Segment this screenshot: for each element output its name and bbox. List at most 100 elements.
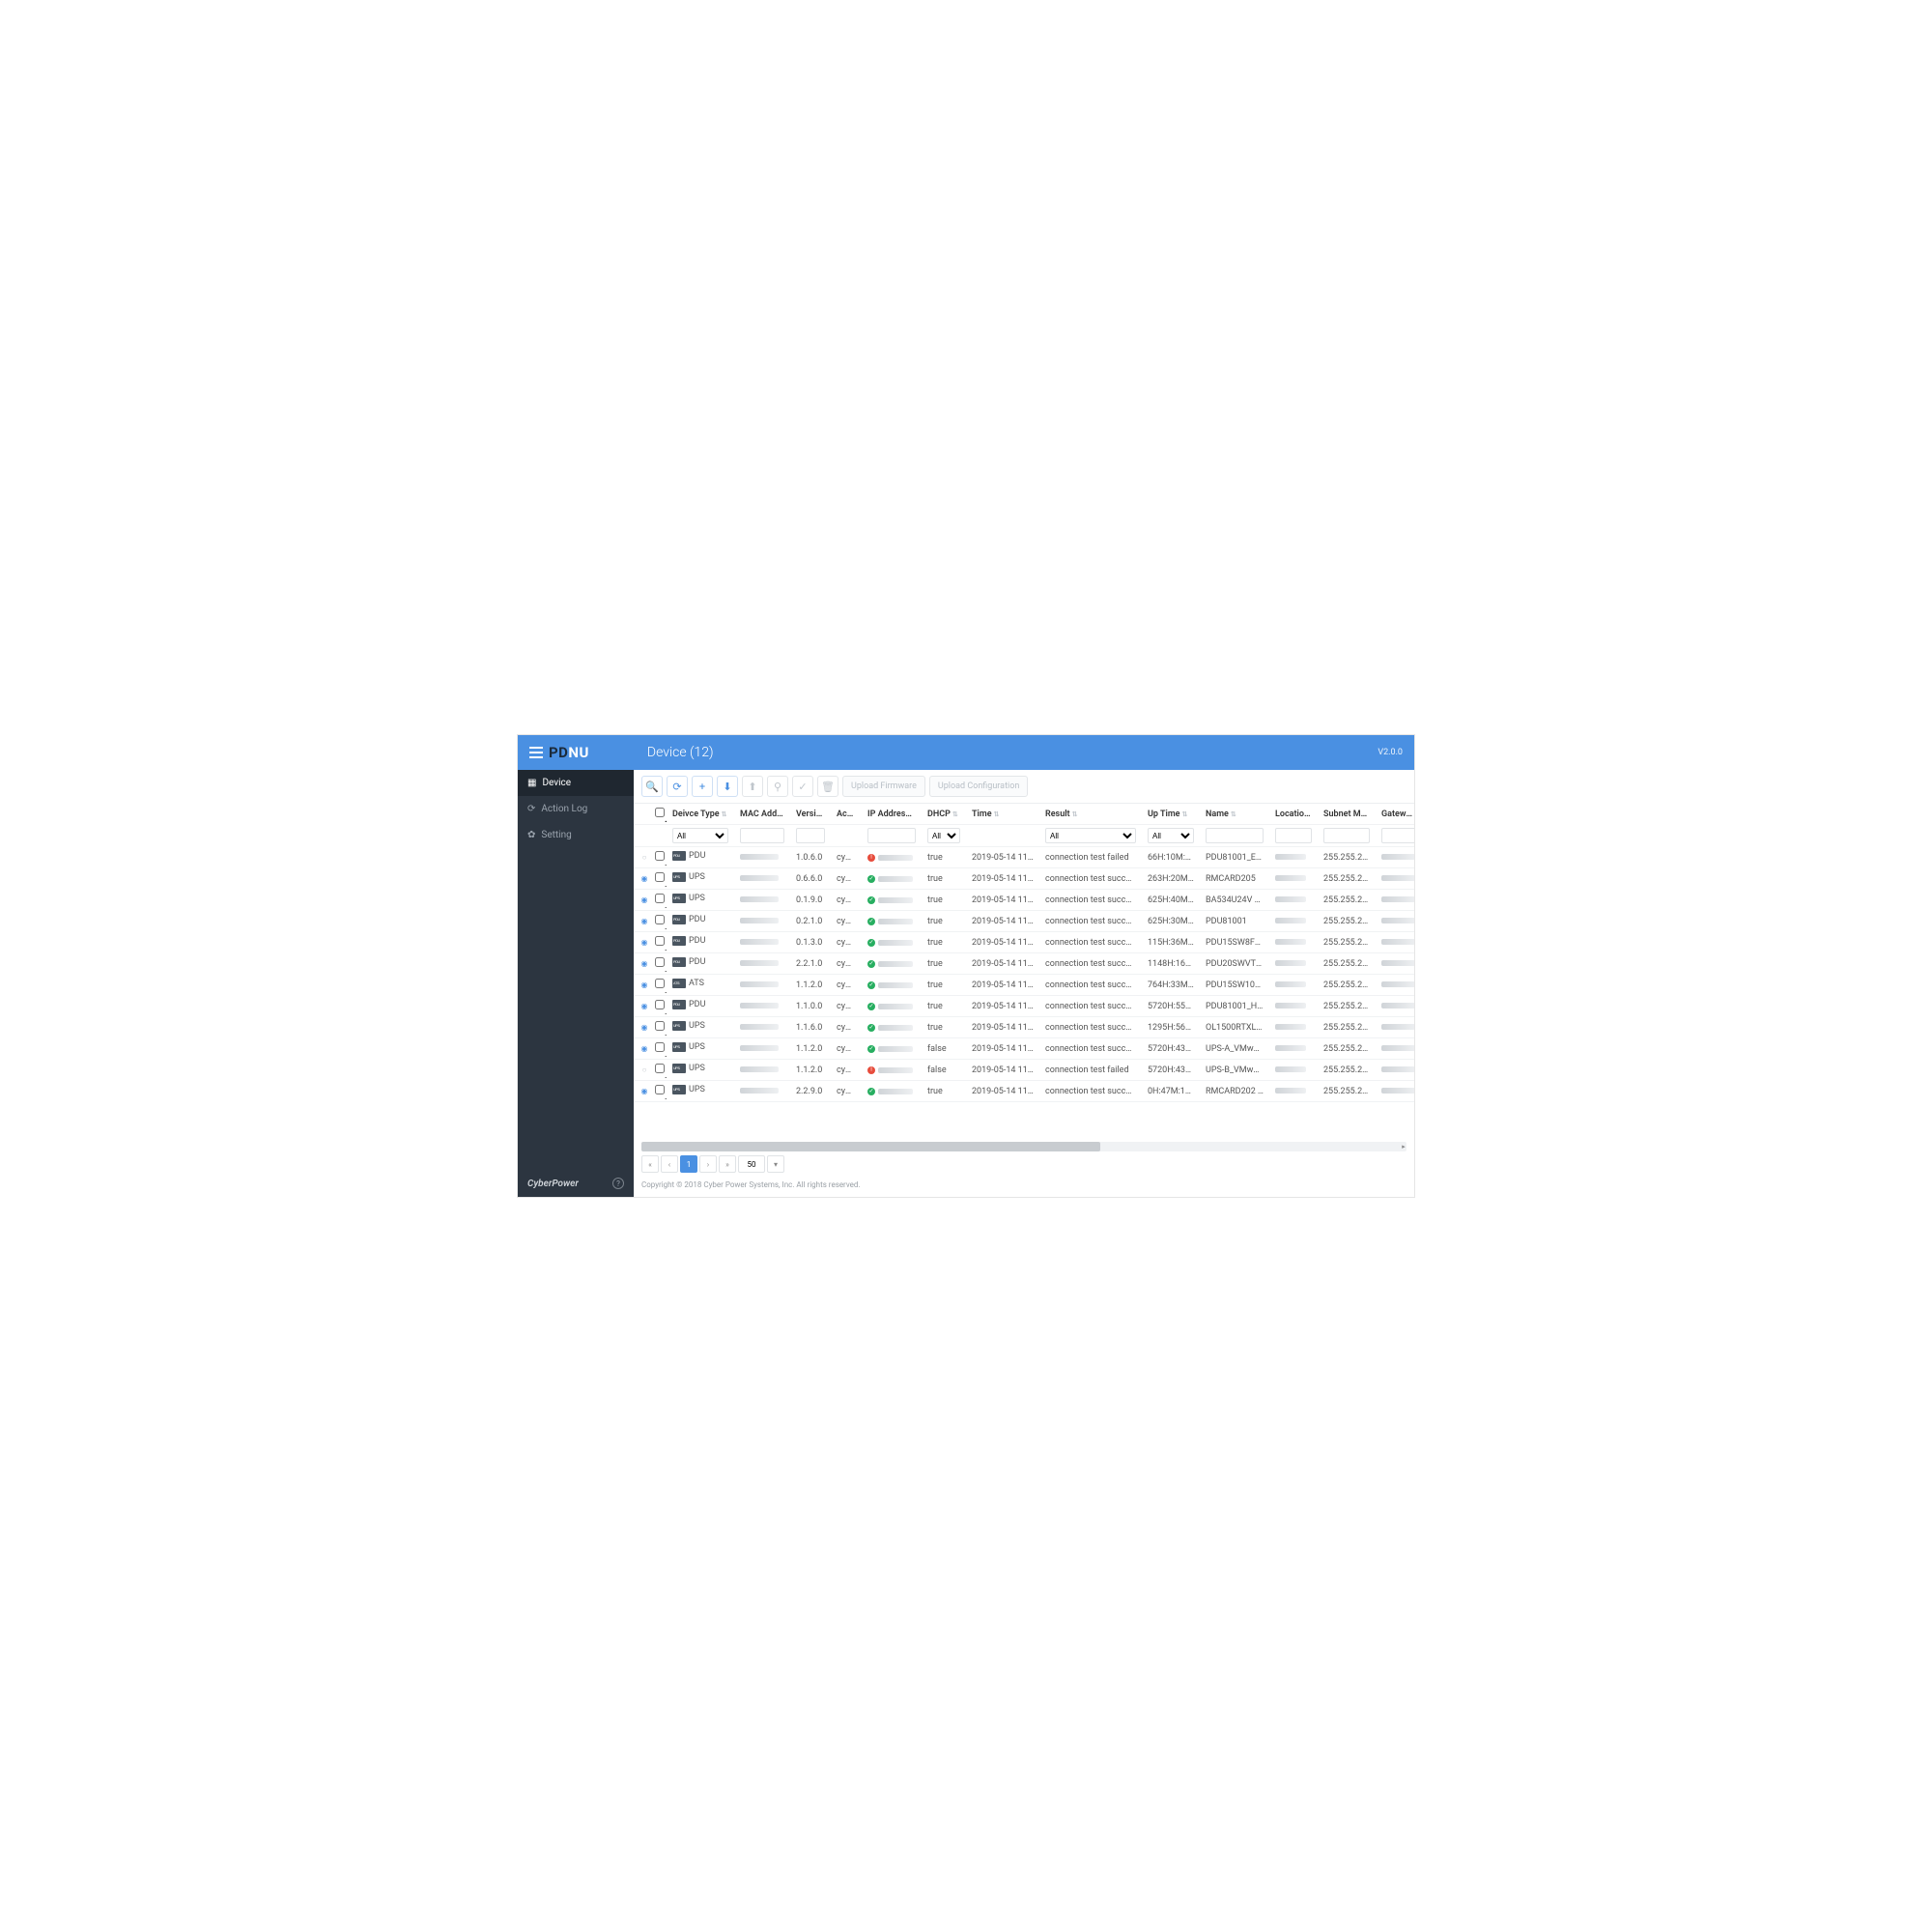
sidebar-item-device[interactable]: ▦ Device [518, 770, 634, 796]
location-cell [1275, 896, 1306, 902]
filter-gateway[interactable] [1381, 828, 1414, 843]
table-row[interactable]: ◉ UPS 0.1.9.0 cyber ✓ true 2019-05-14 11… [634, 890, 1414, 911]
menu-toggle-icon[interactable] [529, 747, 543, 758]
search-button[interactable]: 🔍 [641, 776, 663, 797]
table-row[interactable]: ◉ PDU 0.2.1.0 cyber ✓ true 2019-05-14 11… [634, 911, 1414, 932]
row-checkbox[interactable] [655, 894, 665, 903]
sidebar-item-action-log[interactable]: ⟳ Action Log [518, 796, 634, 822]
pager-page-1[interactable]: 1 [680, 1155, 697, 1173]
row-checkbox[interactable] [655, 936, 665, 946]
table-row[interactable]: ○ UPS 1.1.2.0 cyber ! false 2019-05-14 1… [634, 1060, 1414, 1081]
filter-ip[interactable] [867, 828, 916, 843]
table-row[interactable]: ◉ UPS 1.1.6.0 cyber ✓ true 2019-05-14 11… [634, 1017, 1414, 1038]
page-size-dropdown[interactable]: ▾ [767, 1155, 784, 1173]
horizontal-scrollbar[interactable]: ▸ [641, 1142, 1406, 1151]
location-cell [1275, 854, 1306, 860]
delete-button[interactable]: 🗑 [817, 776, 838, 797]
pager-first[interactable]: « [641, 1155, 659, 1173]
pager-last[interactable]: » [719, 1155, 736, 1173]
row-checkbox[interactable] [655, 915, 665, 924]
upload-firmware-button[interactable]: Upload Firmware [842, 776, 925, 797]
col-gateway[interactable]: Gateway⇅ [1376, 804, 1414, 825]
col-uptime[interactable]: Up Time⇅ [1142, 804, 1200, 825]
table-row[interactable]: ◉ UPS 0.6.6.0 cyber ✓ true 2019-05-14 11… [634, 868, 1414, 890]
col-ip[interactable]: IP Address⇅ [862, 804, 922, 825]
col-account[interactable]: Account [831, 804, 862, 825]
row-checkbox[interactable] [655, 1021, 665, 1031]
export-button[interactable]: ⬆ [742, 776, 763, 797]
filter-mac[interactable] [740, 828, 784, 843]
name-cell: PDU20SWVT24F... [1200, 953, 1269, 975]
help-icon[interactable]: ? [612, 1178, 624, 1189]
col-mac[interactable]: MAC Address⇅ [734, 804, 790, 825]
col-dhcp[interactable]: DHCP⇅ [922, 804, 966, 825]
version-cell: 1.1.0.0 [790, 996, 831, 1017]
ip-cell: ✓ [867, 896, 916, 904]
col-name[interactable]: Name⇅ [1200, 804, 1269, 825]
upload-config-button[interactable]: Upload Configuration [929, 776, 1028, 797]
subnet-cell: 255.255.255.0 [1318, 1017, 1376, 1038]
add-button[interactable]: + [692, 776, 713, 797]
col-version[interactable]: Version⇅ [790, 804, 831, 825]
mac-cell [740, 896, 779, 902]
brand-logo: CyberPower [527, 1179, 579, 1189]
col-result[interactable]: Result⇅ [1039, 804, 1142, 825]
filter-location[interactable] [1275, 828, 1312, 843]
gateway-cell [1381, 981, 1414, 987]
row-checkbox[interactable] [655, 979, 665, 988]
row-checkbox[interactable] [655, 957, 665, 967]
location-cell [1275, 939, 1306, 945]
row-checkbox[interactable] [655, 1085, 665, 1094]
filter-dhcp[interactable]: All [927, 828, 960, 843]
sidebar-item-setting[interactable]: ✿ Setting [518, 822, 634, 848]
check-circle-icon: ✓ [867, 981, 875, 989]
gateway-cell [1381, 875, 1414, 881]
col-subnet[interactable]: Subnet Mask⇅ [1318, 804, 1376, 825]
col-location[interactable]: Location⇅ [1269, 804, 1318, 825]
filter-subnet[interactable] [1323, 828, 1370, 843]
filter-uptime[interactable]: All [1148, 828, 1194, 843]
check-circle-icon: ✓ [867, 896, 875, 904]
refresh-button[interactable]: ⟳ [667, 776, 688, 797]
account-cell: cyber [831, 1081, 862, 1102]
import-button[interactable]: ⬇ [717, 776, 738, 797]
table-row[interactable]: ◉ PDU 0.1.3.0 cyber ✓ true 2019-05-14 11… [634, 932, 1414, 953]
filter-type[interactable]: All [672, 828, 728, 843]
device-type-cell: ATS [672, 979, 704, 988]
pager-next[interactable]: › [699, 1155, 717, 1173]
uptime-cell: 1295H:56M:20S [1142, 1017, 1200, 1038]
status-indicator-icon: ◉ [639, 1086, 649, 1095]
confirm-button[interactable]: ✓ [792, 776, 813, 797]
row-checkbox[interactable] [655, 1042, 665, 1052]
col-time[interactable]: Time⇅ [966, 804, 1039, 825]
gateway-cell [1381, 960, 1414, 966]
filter-version[interactable] [796, 828, 825, 843]
version-cell: 2.2.9.0 [790, 1081, 831, 1102]
row-checkbox[interactable] [655, 851, 665, 861]
mac-cell [740, 939, 779, 945]
page-size-select[interactable]: 50 [738, 1155, 765, 1173]
dhcp-cell: true [922, 847, 966, 868]
table-row[interactable]: ◉ ATS 1.1.2.0 cyber ✓ true 2019-05-14 11… [634, 975, 1414, 996]
subnet-cell: 255.255.255.0 [1318, 996, 1376, 1017]
table-row[interactable]: ◉ UPS 2.2.9.0 cyber ✓ true 2019-05-14 11… [634, 1081, 1414, 1102]
table-row[interactable]: ◉ PDU 1.1.0.0 cyber ✓ true 2019-05-14 11… [634, 996, 1414, 1017]
col-device-type[interactable]: Deivce Type⇅ [667, 804, 734, 825]
select-all-checkbox[interactable] [655, 808, 665, 817]
filter-name[interactable] [1206, 828, 1264, 843]
filter-result[interactable]: All [1045, 828, 1136, 843]
scrollbar-thumb[interactable] [641, 1142, 1100, 1151]
row-checkbox[interactable] [655, 1064, 665, 1073]
table-row[interactable]: ◉ UPS 1.1.2.0 cyber ✓ false 2019-05-14 1… [634, 1038, 1414, 1060]
device-table-wrap: Deivce Type⇅ MAC Address⇅ Version⇅ Accou… [634, 804, 1414, 1138]
location-cell [1275, 1024, 1306, 1030]
table-row[interactable]: ○ PDU 1.0.6.0 cyber ! true 2019-05-14 11… [634, 847, 1414, 868]
row-checkbox[interactable] [655, 872, 665, 882]
scroll-right-icon[interactable]: ▸ [1399, 1142, 1408, 1151]
row-checkbox[interactable] [655, 1000, 665, 1009]
table-row[interactable]: ◉ PDU 2.2.1.0 cyber ✓ true 2019-05-14 11… [634, 953, 1414, 975]
pager-prev[interactable]: ‹ [661, 1155, 678, 1173]
check-circle-icon: ✓ [867, 875, 875, 883]
tag-button[interactable]: ⚲ [767, 776, 788, 797]
uptime-cell: 625H:30M:57S [1142, 911, 1200, 932]
